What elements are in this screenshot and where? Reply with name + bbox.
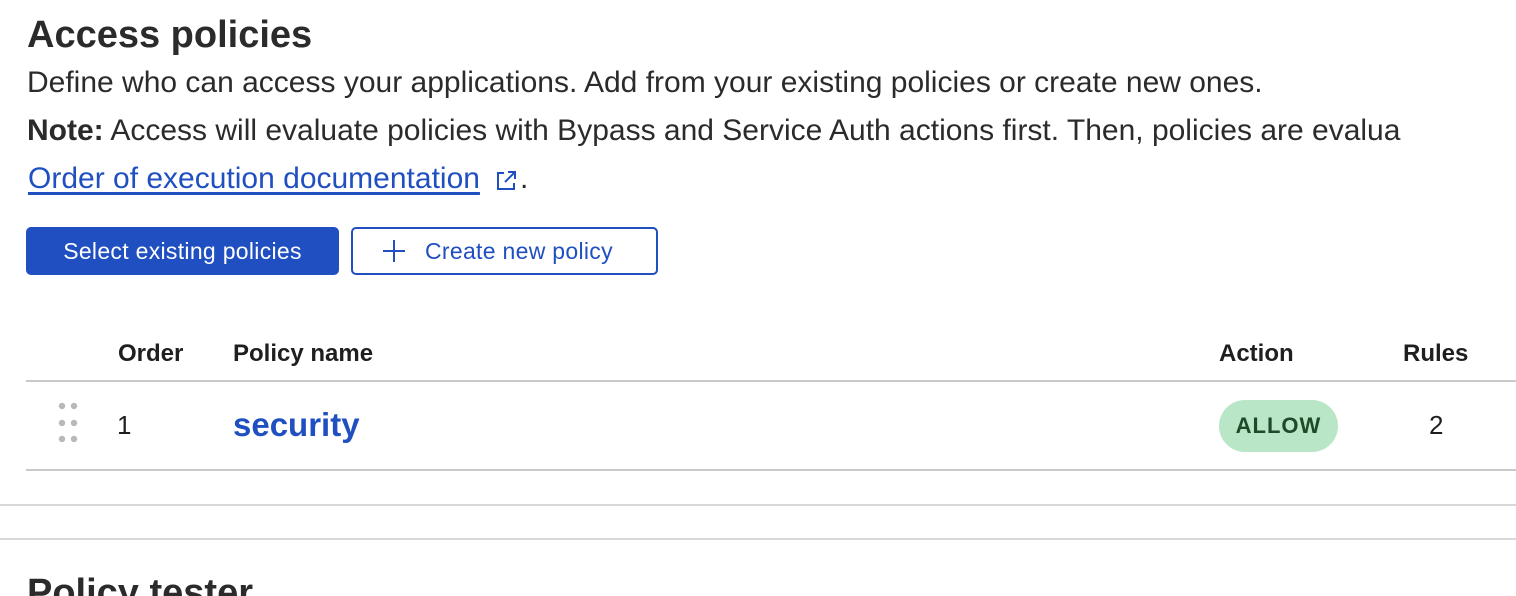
column-header-action[interactable]: Action xyxy=(1219,340,1294,368)
policy-tester-title: Policy tester xyxy=(27,572,253,596)
action-badge: ALLOW xyxy=(1219,400,1338,452)
column-header-rules[interactable]: Rules xyxy=(1403,340,1468,368)
cell-rules: 2 xyxy=(1429,410,1444,440)
note-label: Note: xyxy=(27,114,104,147)
order-of-execution-doc-link[interactable]: Order of execution documentation xyxy=(28,162,480,196)
section-note: Note: Access will evaluate policies with… xyxy=(27,114,1400,148)
select-existing-policies-button[interactable]: Select existing policies xyxy=(26,227,339,275)
table-header-divider xyxy=(26,380,1516,382)
plus-icon xyxy=(381,238,407,264)
cell-order: 1 xyxy=(117,410,132,440)
doc-link-line: Order of execution documentation . xyxy=(28,162,528,196)
section-description: Define who can access your applications.… xyxy=(27,66,1263,99)
create-new-policy-button[interactable]: Create new policy xyxy=(351,227,658,275)
policy-name-link[interactable]: security xyxy=(233,406,360,444)
section-title: Access policies xyxy=(27,14,313,56)
drag-handle-icon[interactable] xyxy=(58,402,80,444)
table-row-divider xyxy=(26,469,1516,471)
column-header-order[interactable]: Order xyxy=(118,340,183,368)
external-link-icon[interactable] xyxy=(494,167,518,191)
doc-link-period: . xyxy=(519,162,529,195)
column-header-policy-name[interactable]: Policy name xyxy=(233,340,373,368)
section-divider xyxy=(0,538,1516,540)
card-bottom-edge xyxy=(0,504,1516,506)
access-policies-page: Access policies Define who can access yo… xyxy=(0,0,1516,596)
create-new-policy-label: Create new policy xyxy=(425,237,613,264)
note-text: Access will evaluate policies with Bypas… xyxy=(103,114,1401,147)
